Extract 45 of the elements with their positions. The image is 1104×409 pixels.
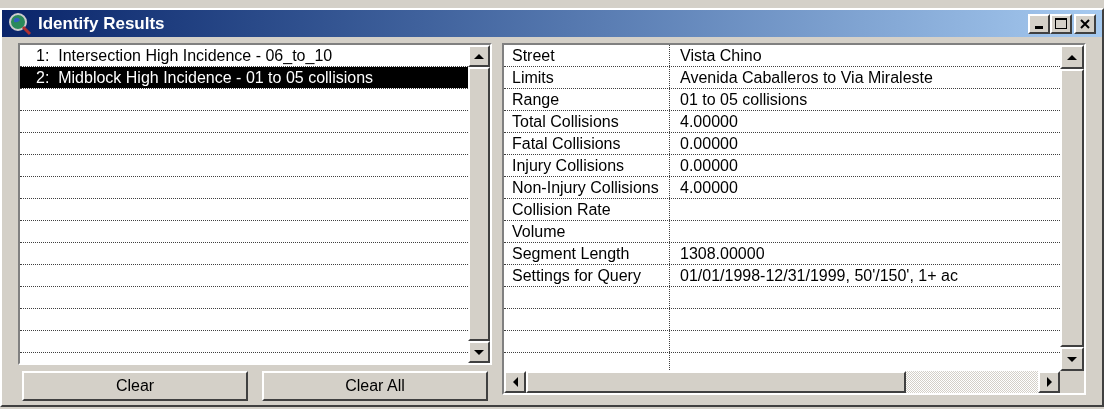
down-arrow-icon (474, 349, 484, 355)
left-arrow-icon (512, 377, 518, 387)
globe-magnifier-icon (8, 11, 32, 36)
field-name: Total Collisions (512, 113, 619, 130)
minimize-button[interactable] (1028, 13, 1050, 34)
scroll-up-button[interactable] (1060, 45, 1084, 69)
clear-button[interactable]: Clear (22, 371, 248, 401)
up-arrow-icon (474, 53, 484, 59)
maximize-icon (1055, 18, 1067, 29)
scroll-right-button[interactable] (1038, 371, 1060, 393)
field-value: 0.00000 (680, 135, 738, 152)
scroll-up-button[interactable] (468, 45, 490, 67)
field-value: Vista Chino (680, 47, 762, 64)
right-arrow-icon (1046, 377, 1052, 387)
scrollbar-corner (1060, 371, 1084, 393)
minimize-icon (1035, 25, 1043, 29)
field-value: 4.00000 (680, 113, 738, 130)
field-name: Non-Injury Collisions (512, 179, 659, 196)
field-value: 01/01/1998-12/31/1999, 50'/150', 1+ ac (680, 267, 958, 284)
field-name: Segment Length (512, 245, 630, 262)
field-name: Fatal Collisions (512, 135, 621, 152)
scroll-left-button[interactable] (504, 371, 526, 393)
clear-button[interactable]: Clear All (262, 371, 488, 401)
field-value: 1308.00000 (680, 245, 765, 262)
field-name: Injury Collisions (512, 157, 625, 174)
field-name: Collision Rate (512, 201, 611, 218)
maximize-button[interactable] (1050, 13, 1072, 34)
close-icon (1080, 18, 1090, 29)
field-name: Street (512, 47, 555, 64)
field-name: Limits (512, 69, 554, 86)
field-value: 4.00000 (680, 179, 738, 196)
scroll-down-button[interactable] (1060, 347, 1084, 371)
field-value: 01 to 05 collisions (680, 91, 808, 108)
field-name: Volume (512, 223, 566, 240)
field-name: Range (512, 91, 560, 108)
scroll-thumb[interactable] (526, 371, 906, 393)
window-title: Identify Results (38, 12, 165, 35)
field-value: 0.00000 (680, 157, 738, 174)
result-item[interactable]: 2: Midblock High Incidence - 01 to 05 collisions (20, 67, 468, 88)
up-arrow-icon (1067, 54, 1077, 60)
close-button[interactable] (1074, 13, 1096, 34)
scroll-down-button[interactable] (468, 341, 490, 363)
field-value: Avenida Caballeros to Via Miraleste (680, 69, 933, 86)
field-name: Settings for Query (512, 267, 641, 284)
down-arrow-icon (1067, 356, 1077, 362)
